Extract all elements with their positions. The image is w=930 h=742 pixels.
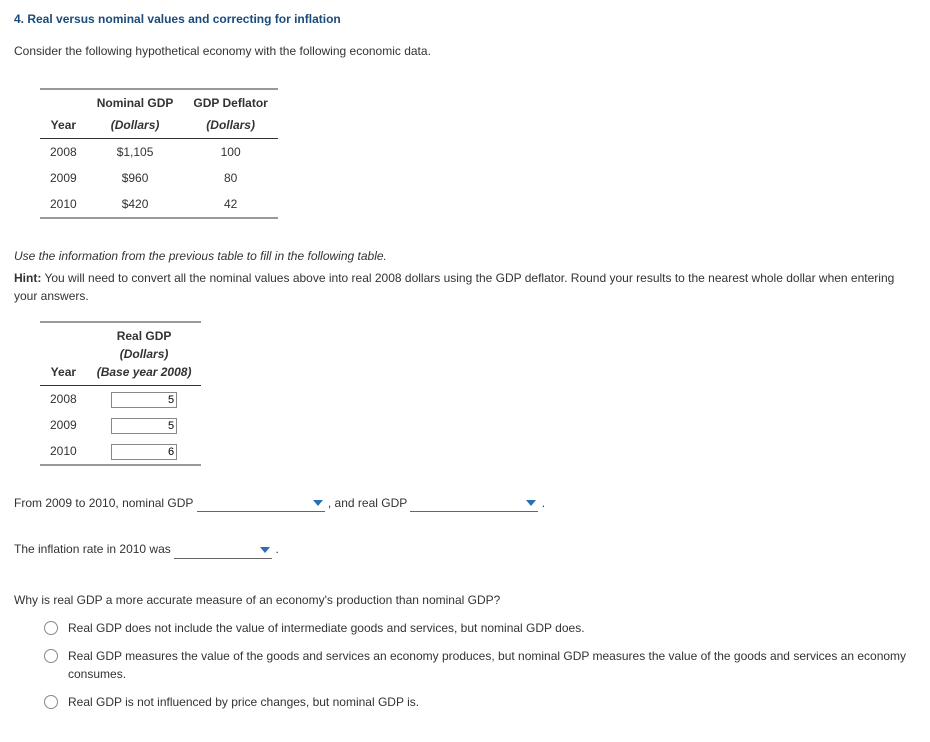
- cell-deflator: 42: [183, 191, 277, 218]
- cell-year: 2010: [40, 438, 87, 465]
- radio-label: Real GDP does not include the value of i…: [68, 619, 916, 637]
- cell-nominal: $960: [87, 165, 184, 191]
- col-deflator-top: GDP Deflator: [183, 89, 277, 112]
- dropdown-real-gdp[interactable]: [410, 495, 538, 512]
- hint-text: Hint: You will need to convert all the n…: [14, 269, 916, 305]
- radio-label: Real GDP measures the value of the goods…: [68, 647, 916, 683]
- col-nominal-sub: (Dollars): [87, 112, 184, 139]
- col-real-base: (Base year 2008): [87, 363, 202, 386]
- text: .: [542, 496, 545, 510]
- radio-icon: [44, 621, 58, 635]
- col-real-sub: (Dollars): [87, 345, 202, 363]
- real-gdp-input-2010[interactable]: [111, 444, 177, 460]
- cell-year: 2009: [40, 412, 87, 438]
- table-row: 2010 $420 42: [40, 191, 278, 218]
- hint-label: Hint:: [14, 271, 41, 285]
- radio-icon: [44, 649, 58, 663]
- real-gdp-table: Year Real GDP (Dollars) (Base year 2008)…: [40, 321, 201, 466]
- dropdown-nominal-gdp[interactable]: [197, 495, 325, 512]
- question-text: Why is real GDP a more accurate measure …: [14, 591, 916, 609]
- table-row: 2009 $960 80: [40, 165, 278, 191]
- cell-deflator: 80: [183, 165, 277, 191]
- real-gdp-input-2009[interactable]: [111, 418, 177, 434]
- radio-icon: [44, 695, 58, 709]
- chevron-down-icon: [526, 498, 536, 508]
- table-row: 2008 $1,105 100: [40, 139, 278, 166]
- table-row: 2008: [40, 386, 201, 413]
- chevron-down-icon: [260, 545, 270, 555]
- chevron-down-icon: [313, 498, 323, 508]
- cell-nominal: $1,105: [87, 139, 184, 166]
- cell-deflator: 100: [183, 139, 277, 166]
- intro-text: Consider the following hypothetical econ…: [14, 42, 916, 60]
- radio-group: Real GDP does not include the value of i…: [44, 619, 916, 711]
- text: From 2009 to 2010, nominal GDP: [14, 496, 197, 510]
- dropdown-inflation-rate[interactable]: [174, 542, 272, 559]
- economic-data-table: Year Nominal GDP GDP Deflator (Dollars) …: [40, 88, 278, 219]
- sentence-nominal-real: From 2009 to 2010, nominal GDP , and rea…: [14, 494, 916, 512]
- radio-option-3[interactable]: Real GDP is not influenced by price chan…: [44, 693, 916, 711]
- table-row: 2009: [40, 412, 201, 438]
- cell-year: 2009: [40, 165, 87, 191]
- text: , and real GDP: [328, 496, 411, 510]
- col-real-top: Real GDP: [87, 322, 202, 345]
- instruction-line: Use the information from the previous ta…: [14, 247, 916, 265]
- radio-label: Real GDP is not influenced by price chan…: [68, 693, 916, 711]
- real-gdp-input-2008[interactable]: [111, 392, 177, 408]
- radio-option-2[interactable]: Real GDP measures the value of the goods…: [44, 647, 916, 683]
- col-year: Year: [40, 322, 87, 386]
- cell-year: 2008: [40, 386, 87, 413]
- sentence-inflation: The inflation rate in 2010 was .: [14, 540, 916, 558]
- hint-body: You will need to convert all the nominal…: [14, 271, 894, 303]
- col-year: Year: [40, 89, 87, 139]
- cell-year: 2008: [40, 139, 87, 166]
- radio-option-1[interactable]: Real GDP does not include the value of i…: [44, 619, 916, 637]
- text: .: [275, 542, 278, 556]
- cell-year: 2010: [40, 191, 87, 218]
- text: The inflation rate in 2010 was: [14, 542, 174, 556]
- col-deflator-sub: (Dollars): [183, 112, 277, 139]
- col-nominal-top: Nominal GDP: [87, 89, 184, 112]
- table-row: 2010: [40, 438, 201, 465]
- page-title: 4. Real versus nominal values and correc…: [14, 10, 916, 28]
- cell-nominal: $420: [87, 191, 184, 218]
